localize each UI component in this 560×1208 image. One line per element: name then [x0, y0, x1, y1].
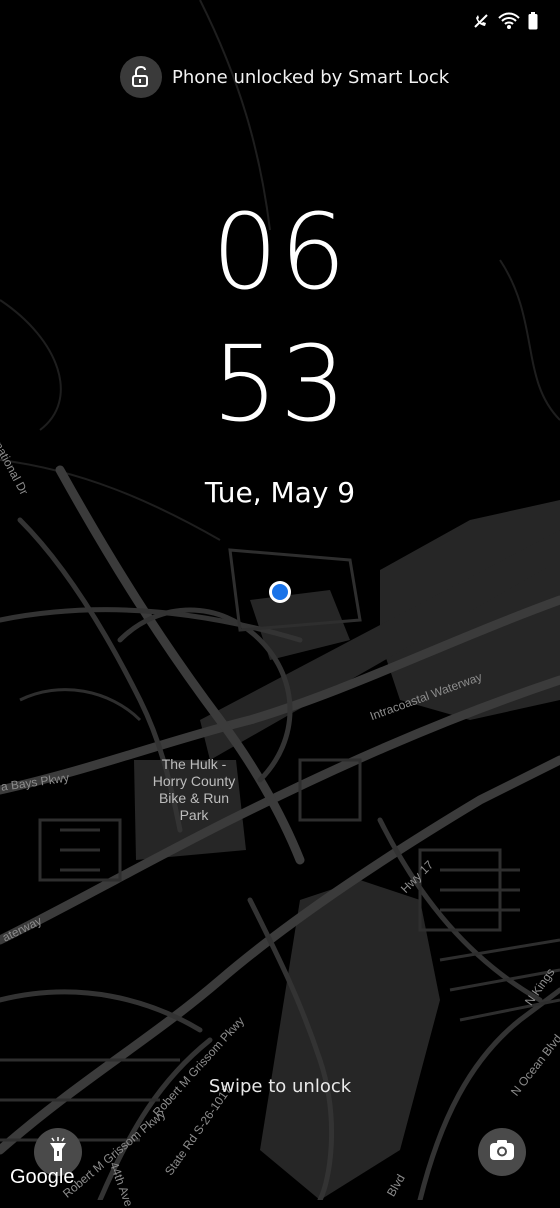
camera-icon — [489, 1139, 515, 1165]
battery-icon — [528, 12, 538, 30]
map-place-label: The Hulk - Horry County Bike & Run Park — [152, 756, 236, 823]
wifi-icon — [498, 12, 520, 30]
map-street — [60, 828, 100, 872]
camera-shortcut[interactable] — [478, 1128, 526, 1176]
flashlight-icon — [47, 1137, 69, 1167]
map-background — [0, 0, 560, 1200]
location-dot — [272, 584, 288, 600]
map-attribution: Google — [10, 1166, 75, 1188]
map-street — [440, 868, 520, 912]
wifi-calling-off-icon — [472, 12, 490, 30]
smart-lock-indicator[interactable]: Phone unlocked by Smart Lock — [120, 56, 449, 98]
map-street — [19, 688, 142, 722]
swipe-hint: Swipe to unlock — [208, 1076, 352, 1097]
unlock-icon — [120, 56, 162, 98]
smart-lock-text: Phone unlocked by Smart Lock — [172, 66, 450, 88]
clock-hour: 06 — [211, 191, 349, 313]
clock-minute: 53 — [211, 323, 349, 445]
status-bar — [472, 12, 538, 30]
date-label: Tue, May 9 — [204, 476, 356, 509]
